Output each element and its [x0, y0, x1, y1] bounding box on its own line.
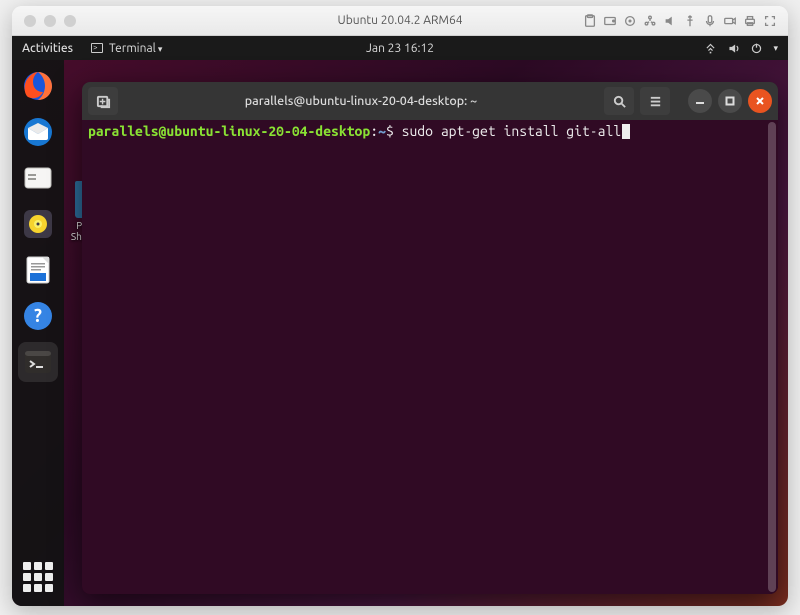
dock-firefox[interactable]: [18, 66, 58, 106]
printer-icon[interactable]: [742, 14, 758, 28]
prompt-user-host: parallels@ubuntu-linux-20-04-desktop: [88, 123, 370, 139]
status-area[interactable]: ▾: [704, 42, 778, 55]
clipboard-icon[interactable]: [582, 14, 598, 28]
files-icon: [22, 162, 54, 194]
libreoffice-writer-icon: [22, 254, 54, 286]
thunderbird-icon: [22, 116, 54, 148]
scrollbar-thumb[interactable]: [768, 122, 776, 592]
search-icon: [612, 94, 627, 109]
menu-button[interactable]: [640, 87, 670, 115]
terminal-app-icon: [22, 346, 54, 378]
usb-icon[interactable]: [682, 14, 698, 28]
cd-icon[interactable]: [622, 14, 638, 28]
terminal-scrollbar[interactable]: [768, 122, 776, 592]
dock-writer[interactable]: [18, 250, 58, 290]
camera-icon[interactable]: [722, 14, 738, 28]
gnome-topbar: Activities Terminal Jan 23 16:12 ▾: [12, 36, 788, 60]
cursor: [622, 124, 630, 139]
volume-status-icon: [727, 42, 740, 55]
activities-button[interactable]: Activities: [22, 42, 73, 55]
vm-window: Ubuntu 20.04.2 ARM64 Activities Terminal…: [12, 6, 788, 606]
firefox-icon: [22, 70, 54, 102]
mac-zoom-button[interactable]: [64, 15, 76, 27]
terminal-icon: [91, 43, 103, 53]
parallels-device-tray: [582, 14, 788, 28]
prompt-path: ~: [378, 123, 386, 139]
terminal-title: parallels@ubuntu-linux-20-04-desktop: ~: [124, 94, 598, 108]
dock-files[interactable]: [18, 158, 58, 198]
window-close-button[interactable]: [748, 89, 772, 113]
help-icon: ?: [22, 300, 54, 332]
mac-close-button[interactable]: [24, 15, 36, 27]
close-icon: [755, 96, 765, 106]
gnome-shell: Activities Terminal Jan 23 16:12 ▾ Paral…: [12, 36, 788, 606]
terminal-headerbar: parallels@ubuntu-linux-20-04-desktop: ~: [82, 82, 778, 120]
network-icon[interactable]: [642, 14, 658, 28]
minimize-icon: [695, 96, 705, 106]
fullscreen-icon[interactable]: [762, 14, 778, 28]
network-status-icon: [704, 42, 717, 55]
show-applications-button[interactable]: [23, 562, 53, 592]
new-tab-icon: [96, 94, 111, 109]
dock-help[interactable]: ?: [18, 296, 58, 336]
window-maximize-button[interactable]: [718, 89, 742, 113]
new-tab-button[interactable]: [88, 87, 118, 115]
mac-minimize-button[interactable]: [44, 15, 56, 27]
ubuntu-dock: ?: [12, 60, 64, 606]
terminal-window: parallels@ubuntu-linux-20-04-desktop: ~: [82, 82, 778, 594]
dock-thunderbird[interactable]: [18, 112, 58, 152]
maximize-icon: [725, 96, 735, 106]
disk-icon[interactable]: [602, 14, 618, 28]
terminal-viewport[interactable]: parallels@ubuntu-linux-20-04-desktop:~$ …: [82, 120, 778, 594]
power-status-icon: [750, 42, 763, 55]
svg-text:?: ?: [34, 306, 42, 326]
app-menu-label: Terminal: [109, 42, 162, 55]
prompt-separator: :: [370, 123, 378, 139]
command-text: sudo apt-get install git-all: [402, 123, 622, 139]
mac-traffic-lights: [12, 15, 76, 27]
dock-terminal[interactable]: [18, 342, 58, 382]
rhythmbox-icon: [22, 208, 54, 240]
search-button[interactable]: [604, 87, 634, 115]
dock-rhythmbox[interactable]: [18, 204, 58, 244]
chevron-down-icon: ▾: [773, 43, 778, 54]
parallels-titlebar: Ubuntu 20.04.2 ARM64: [12, 6, 788, 36]
prompt-symbol: $: [386, 123, 394, 139]
app-menu[interactable]: Terminal: [91, 42, 162, 55]
mic-icon[interactable]: [702, 14, 718, 28]
hamburger-icon: [648, 94, 663, 109]
sound-icon[interactable]: [662, 14, 678, 28]
window-minimize-button[interactable]: [688, 89, 712, 113]
